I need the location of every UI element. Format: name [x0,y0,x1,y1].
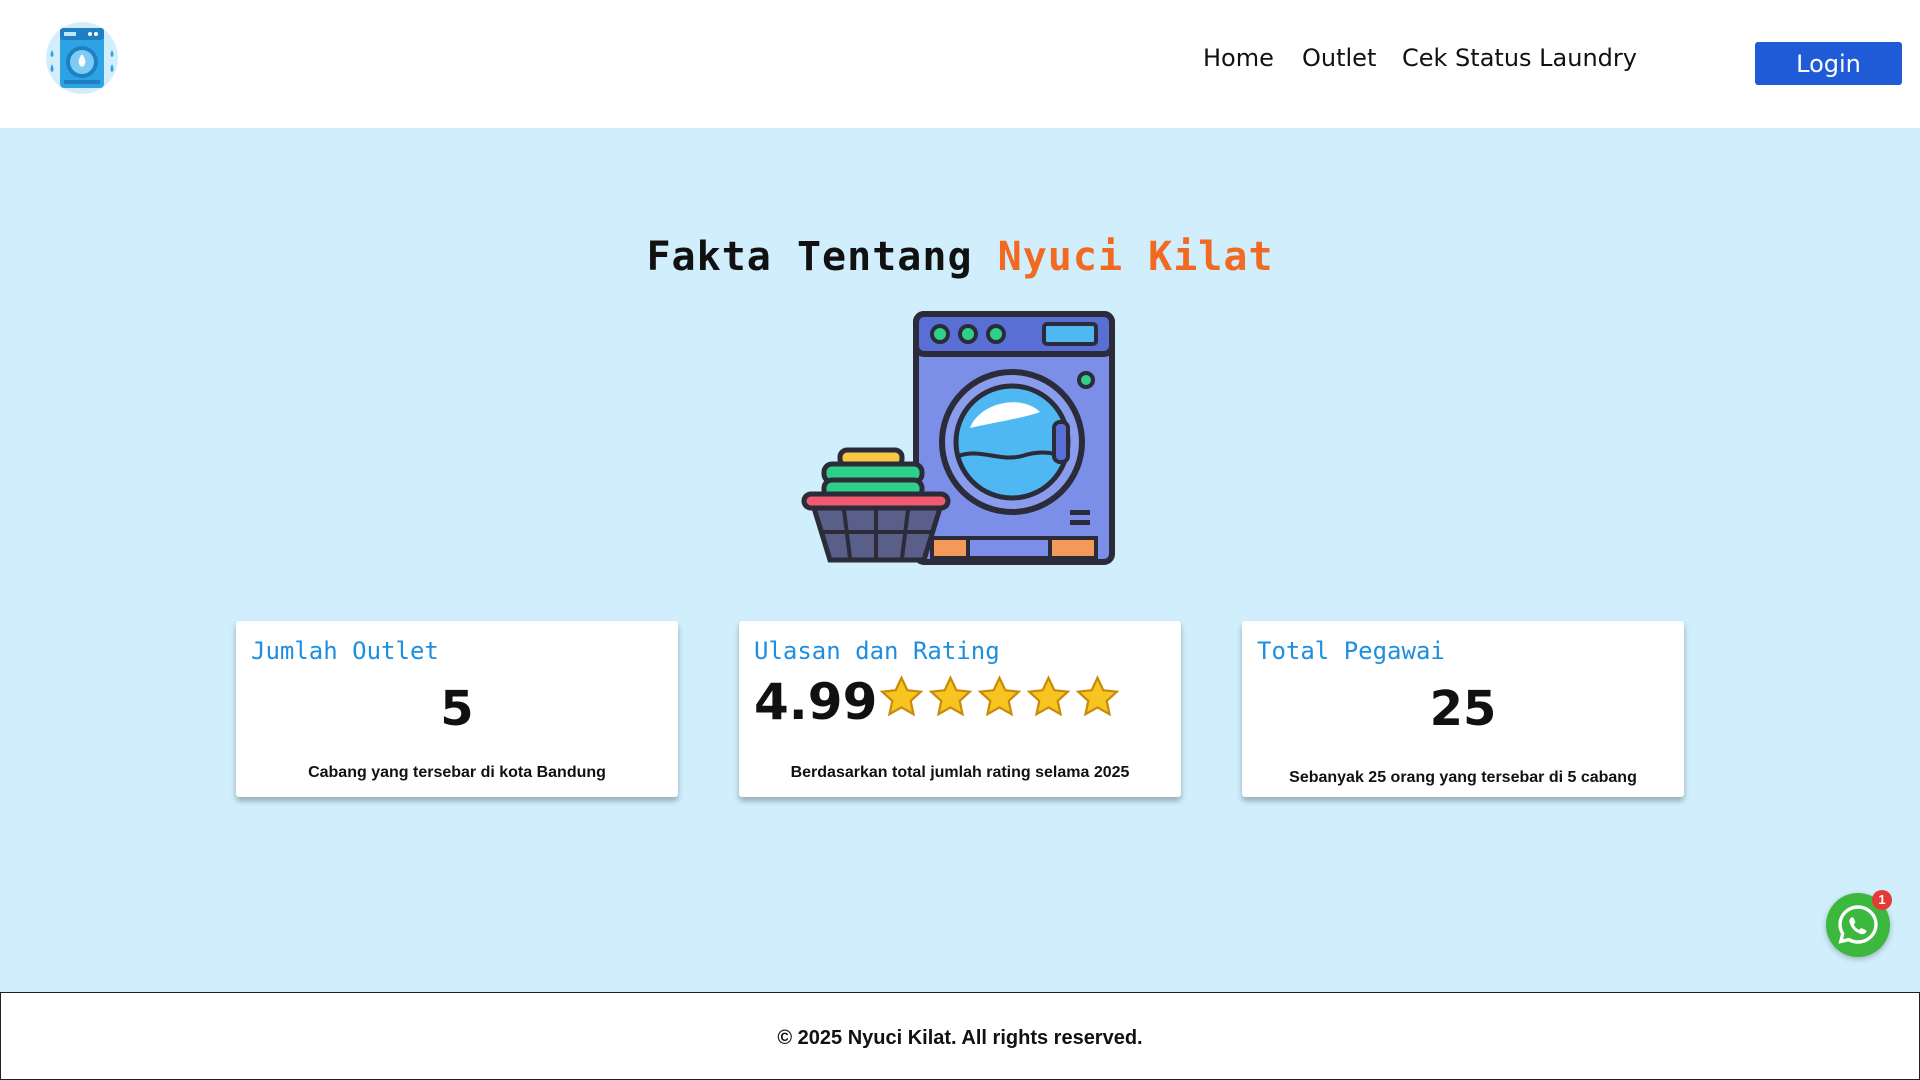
notification-badge: 1 [1872,890,1892,910]
copyright-text: © 2025 Nyuci Kilat. All rights reserved. [777,1027,1143,1049]
section-title-main: Fakta Tentang [646,234,998,280]
star-rating [879,675,1120,720]
card-description: Sebanyak 25 orang yang tersebar di 5 cab… [1289,769,1637,786]
nav-outlet-link[interactable]: Outlet [1302,44,1376,72]
login-button[interactable]: Login [1755,42,1902,85]
section-title-accent: Nyuci Kilat [997,234,1274,280]
card-description: Cabang yang tersebar di kota Bandung [308,764,606,781]
washing-machine-with-laundry-basket-illustration [800,310,1120,566]
fact-card-outlet: Jumlah Outlet 5 Cabang yang tersebar di … [236,621,678,797]
card-value: 5 [440,681,474,737]
star-icon [928,675,973,717]
nav-cek-status-link[interactable]: Cek Status Laundry [1402,44,1637,72]
card-title: Total Pegawai [1257,637,1445,665]
star-icon [1075,675,1120,717]
card-description: Berdasarkan total jumlah rating selama 2… [790,764,1130,781]
star-icon [879,675,924,717]
nav-home-link[interactable]: Home [1203,44,1274,72]
section-title: Fakta Tentang Nyuci Kilat [0,234,1920,280]
card-title: Ulasan dan Rating [754,637,1000,665]
washing-machine-logo-icon[interactable] [44,20,120,96]
star-icon [1026,675,1071,717]
fact-card-rating: Ulasan dan Rating 4.99 Berdasarkan total… [739,621,1181,797]
footer: © 2025 Nyuci Kilat. All rights reserved. [0,992,1920,1080]
fact-card-employees: Total Pegawai 25 Sebanyak 25 orang yang … [1242,621,1684,797]
navbar: Home Outlet Cek Status Laundry Login [0,0,1920,128]
card-title: Jumlah Outlet [251,637,439,665]
rating-value: 4.99 [754,673,878,731]
star-icon [977,675,1022,717]
card-value: 25 [1429,681,1497,737]
